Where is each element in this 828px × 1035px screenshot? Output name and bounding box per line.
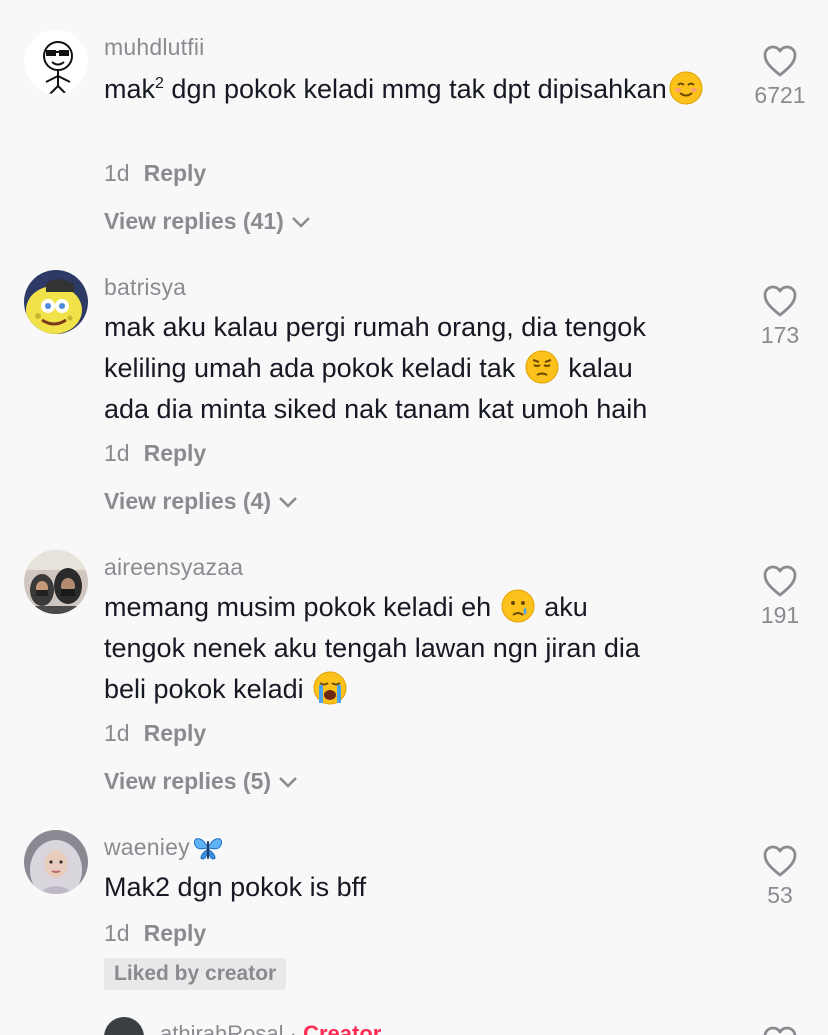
avatar[interactable]	[24, 270, 88, 334]
reply-item-partial: athirahRosal · Creator	[0, 1017, 828, 1035]
reply-username[interactable]: athirahRosal · Creator	[160, 1021, 381, 1035]
comment-text: mak2 dgn pokok keladi mmg tak dpt dipisa…	[104, 63, 724, 110]
heart-icon[interactable]	[762, 1025, 798, 1035]
heart-icon	[763, 45, 797, 77]
butterfly-icon	[193, 837, 222, 860]
crying-face-icon	[501, 589, 535, 623]
avatar[interactable]	[24, 830, 88, 894]
comment-username[interactable]: muhdlutfii	[104, 34, 204, 61]
comment-meta: 1d Reply	[104, 440, 206, 467]
comment-text: mak aku kalau pergi rumah orang, dia ten…	[104, 312, 648, 424]
chevron-down-icon	[279, 776, 297, 788]
comment-time: 1d	[104, 160, 130, 186]
comment-item: waeniey Mak2 dgn pokok is bff 1d Reply Li…	[0, 830, 828, 1000]
like-count: 53	[767, 882, 793, 908]
like-button[interactable]: 173	[740, 284, 820, 349]
loudly-crying-face-icon	[313, 671, 347, 705]
comment-time: 1d	[104, 920, 130, 946]
like-button[interactable]: 6721	[740, 44, 820, 109]
comment-time: 1d	[104, 440, 130, 466]
relieved-face-icon	[669, 71, 703, 105]
heart-icon	[763, 285, 797, 317]
reply-button[interactable]: Reply	[144, 440, 207, 466]
comment-item: muhdlutfii mak2 dgn pokok keladi mmg tak…	[0, 30, 828, 250]
like-count: 6721	[754, 82, 806, 108]
like-count: 173	[760, 322, 800, 348]
view-replies-button[interactable]: View replies (41)	[104, 208, 312, 235]
comment-username[interactable]: aireensyazaa	[104, 554, 243, 581]
comment-meta: 1d Reply	[104, 160, 206, 187]
like-count: 191	[760, 602, 800, 628]
comment-username[interactable]: waeniey	[104, 834, 224, 861]
comment-item: batrisya mak aku kalau pergi rumah orang…	[0, 270, 828, 530]
reply-button[interactable]: Reply	[144, 720, 207, 746]
chevron-down-icon	[279, 496, 297, 508]
liked-by-creator-badge: Liked by creator	[104, 958, 287, 990]
view-replies-button[interactable]: View replies (5)	[104, 768, 299, 795]
avatar[interactable]	[104, 1017, 144, 1035]
reply-button[interactable]: Reply	[144, 160, 207, 186]
like-button[interactable]: 191	[740, 564, 820, 629]
avatar[interactable]	[24, 550, 88, 614]
comment-meta: 1d Reply	[104, 920, 206, 947]
comment-time: 1d	[104, 720, 130, 746]
pensive-face-icon	[525, 350, 559, 384]
comment-item: aireensyazaa memang musim pokok keladi e…	[0, 550, 828, 810]
comment-text: memang musim pokok keladi eh aku tengok …	[104, 587, 724, 710]
heart-icon	[763, 845, 797, 877]
heart-icon	[763, 565, 797, 597]
comment-meta: 1d Reply	[104, 720, 206, 747]
creator-label: Creator	[303, 1021, 382, 1035]
comment-username[interactable]: batrisya	[104, 274, 186, 301]
chevron-down-icon	[291, 216, 310, 228]
view-replies-button[interactable]: View replies (4)	[104, 488, 299, 515]
like-button[interactable]: 53	[740, 844, 820, 909]
comment-text: Mak2 dgn pokok is bff	[104, 872, 367, 902]
reply-button[interactable]: Reply	[144, 920, 207, 946]
avatar[interactable]	[24, 30, 88, 94]
